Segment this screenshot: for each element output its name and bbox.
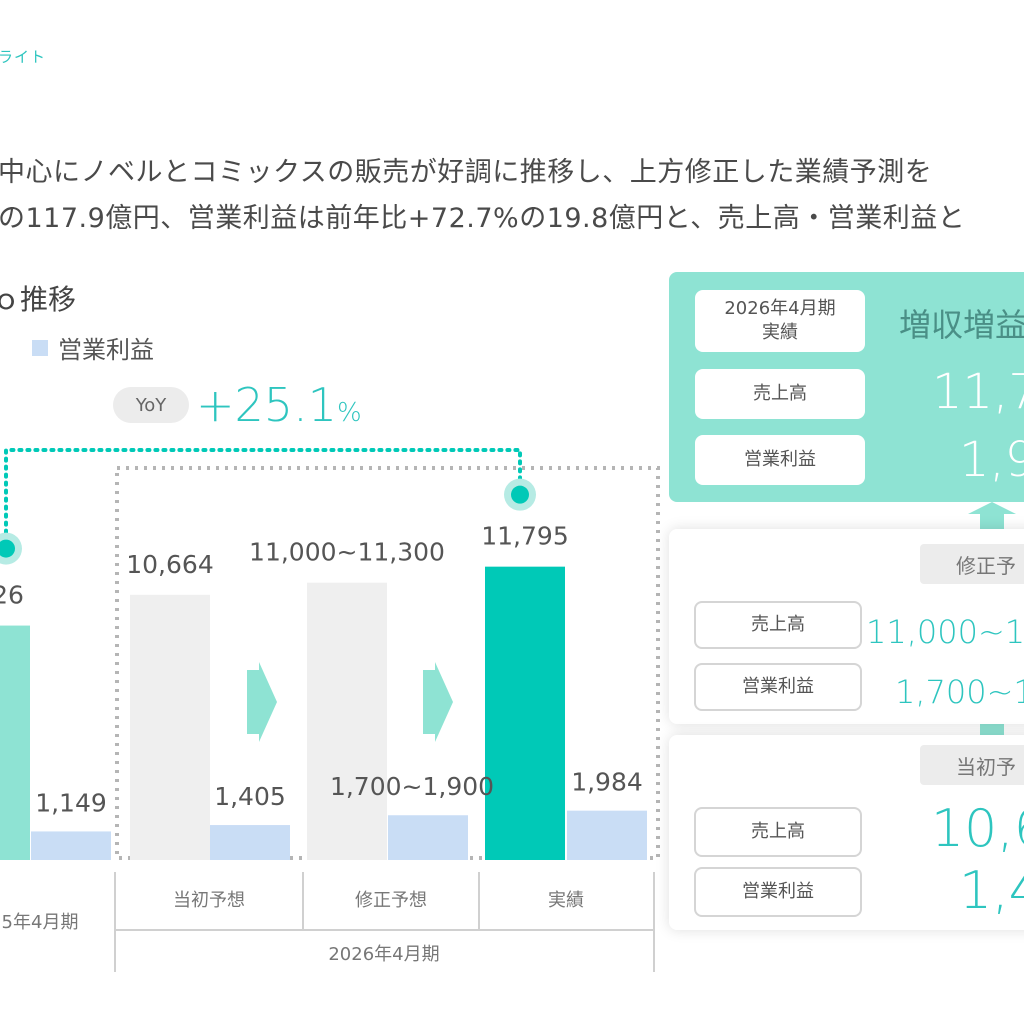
bar-chart: 26 10,664 11,000~11,300 11,795 1,149 1,405 1,7… — [0, 448, 660, 972]
data-label-main-0: 26 — [0, 581, 24, 610]
data-label-op-2: 1,700~1,900 — [330, 772, 494, 801]
right-arrow-icon-0 — [247, 662, 277, 742]
initial-sales-value: 10,6 — [931, 799, 1024, 859]
initial-forecast-panel: 当初予 売上高 10,6 営業利益 1,4 — [669, 735, 1024, 930]
data-label-main-2: 11,000~11,300 — [249, 538, 445, 567]
revised-sales-label: 売上高 — [694, 601, 862, 649]
actual-op-value: 1,9 — [959, 432, 1024, 488]
bar-op-2 — [388, 815, 468, 860]
bar-op-3 — [567, 810, 647, 860]
up-arrow-icon — [968, 502, 1016, 530]
connector-marker-1 — [511, 485, 529, 504]
initial-op-label: 営業利益 — [694, 867, 862, 917]
x-tick-label-1: 当初予想 — [173, 890, 245, 911]
initial-op-value: 1,4 — [959, 861, 1024, 921]
data-label-main-1: 10,664 — [126, 550, 213, 579]
revised-tag: 修正予 — [920, 544, 1024, 584]
x-tick-label-3: 実績 — [548, 890, 584, 911]
data-label-op-0: 1,149 — [35, 788, 107, 817]
revised-sales-value: 11,000~11 — [866, 613, 1024, 651]
bar-main-1 — [130, 594, 210, 860]
actual-op-label: 営業利益 — [695, 435, 865, 485]
bar-op-0 — [31, 831, 111, 860]
x-group-label: 2026年4月期 — [328, 944, 439, 965]
x-tick-label-0: 5年4月期 — [2, 912, 79, 933]
revised-op-value: 1,700~1 — [895, 673, 1024, 711]
actual-headline: 増収増益 — [899, 306, 1024, 344]
actual-results-panel: 2026年4月期 実績 増収増益 売上高 11,7 営業利益 1,9 — [669, 272, 1024, 502]
data-label-op-3: 1,984 — [571, 768, 643, 797]
revised-op-label: 営業利益 — [694, 663, 862, 711]
right-arrow-icon-1 — [423, 662, 453, 742]
x-tick-label-2: 修正予想 — [355, 890, 427, 911]
yoy-connector — [4, 448, 522, 551]
data-label-op-1: 1,405 — [214, 782, 286, 811]
bar-op-1 — [210, 825, 290, 860]
initial-tag: 当初予 — [920, 745, 1024, 785]
actual-period-label: 2026年4月期 実績 — [695, 290, 865, 352]
bar-main-3 — [485, 566, 565, 860]
actual-sales-label: 売上高 — [695, 369, 865, 419]
initial-sales-label: 売上高 — [694, 807, 862, 857]
bar-main-0 — [0, 625, 30, 860]
bar-main-2 — [307, 582, 387, 860]
revised-forecast-panel: 修正予 売上高 11,000~11 営業利益 1,700~1 — [669, 529, 1024, 724]
data-label-main-3: 11,795 — [481, 522, 568, 551]
actual-sales-value: 11,7 — [932, 364, 1024, 420]
